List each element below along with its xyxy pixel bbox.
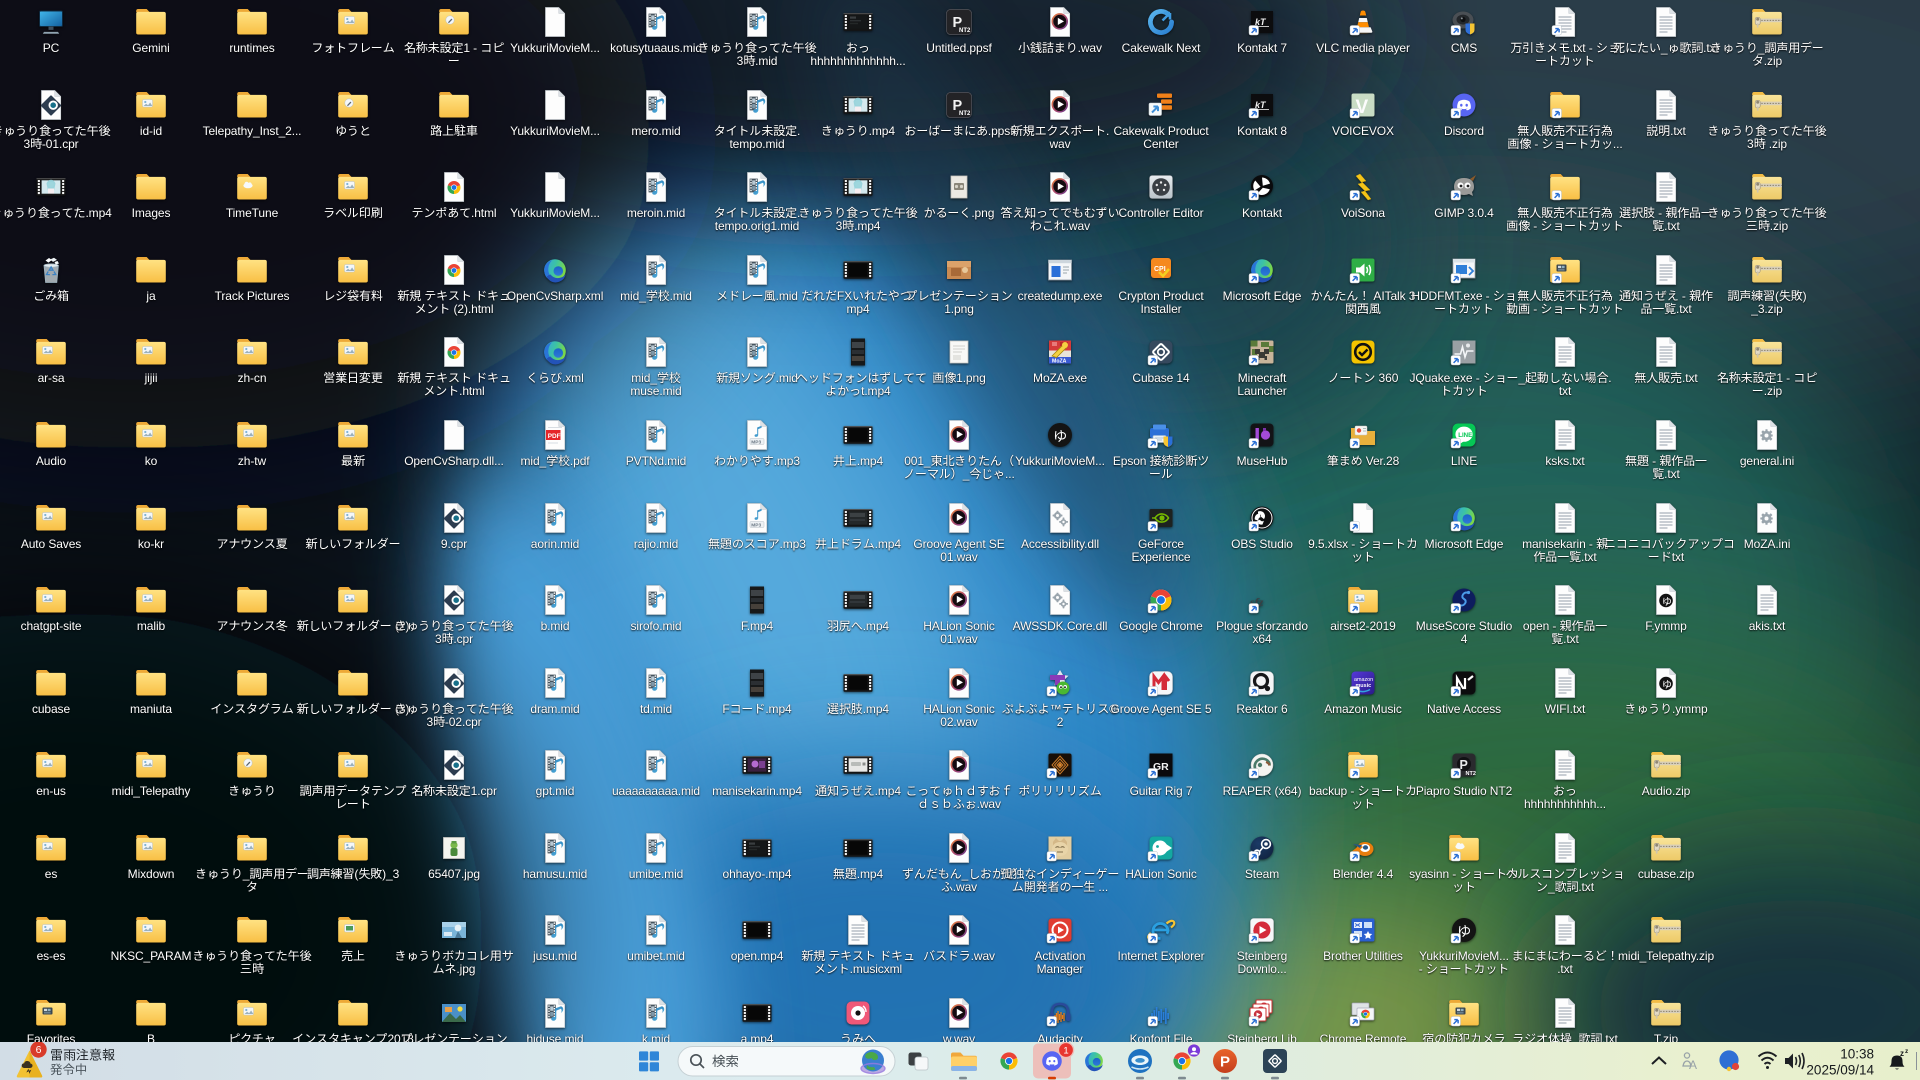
svg-text:6: 6 <box>36 1044 42 1056</box>
svg-text:雷雨注意報: 雷雨注意報 <box>50 1048 115 1063</box>
svg-text:A: A <box>1689 1058 1697 1072</box>
svg-text:発令中: 発令中 <box>50 1063 88 1077</box>
svg-text:z: z <box>1905 1048 1909 1055</box>
svg-text:P: P <box>1220 1054 1230 1071</box>
svg-text:2025/09/14: 2025/09/14 <box>1806 1063 1874 1078</box>
svg-text:z: z <box>1900 1049 1904 1058</box>
svg-text:10:38: 10:38 <box>1840 1047 1874 1062</box>
svg-text:検索: 検索 <box>712 1054 740 1069</box>
svg-text:1: 1 <box>1063 1045 1068 1056</box>
